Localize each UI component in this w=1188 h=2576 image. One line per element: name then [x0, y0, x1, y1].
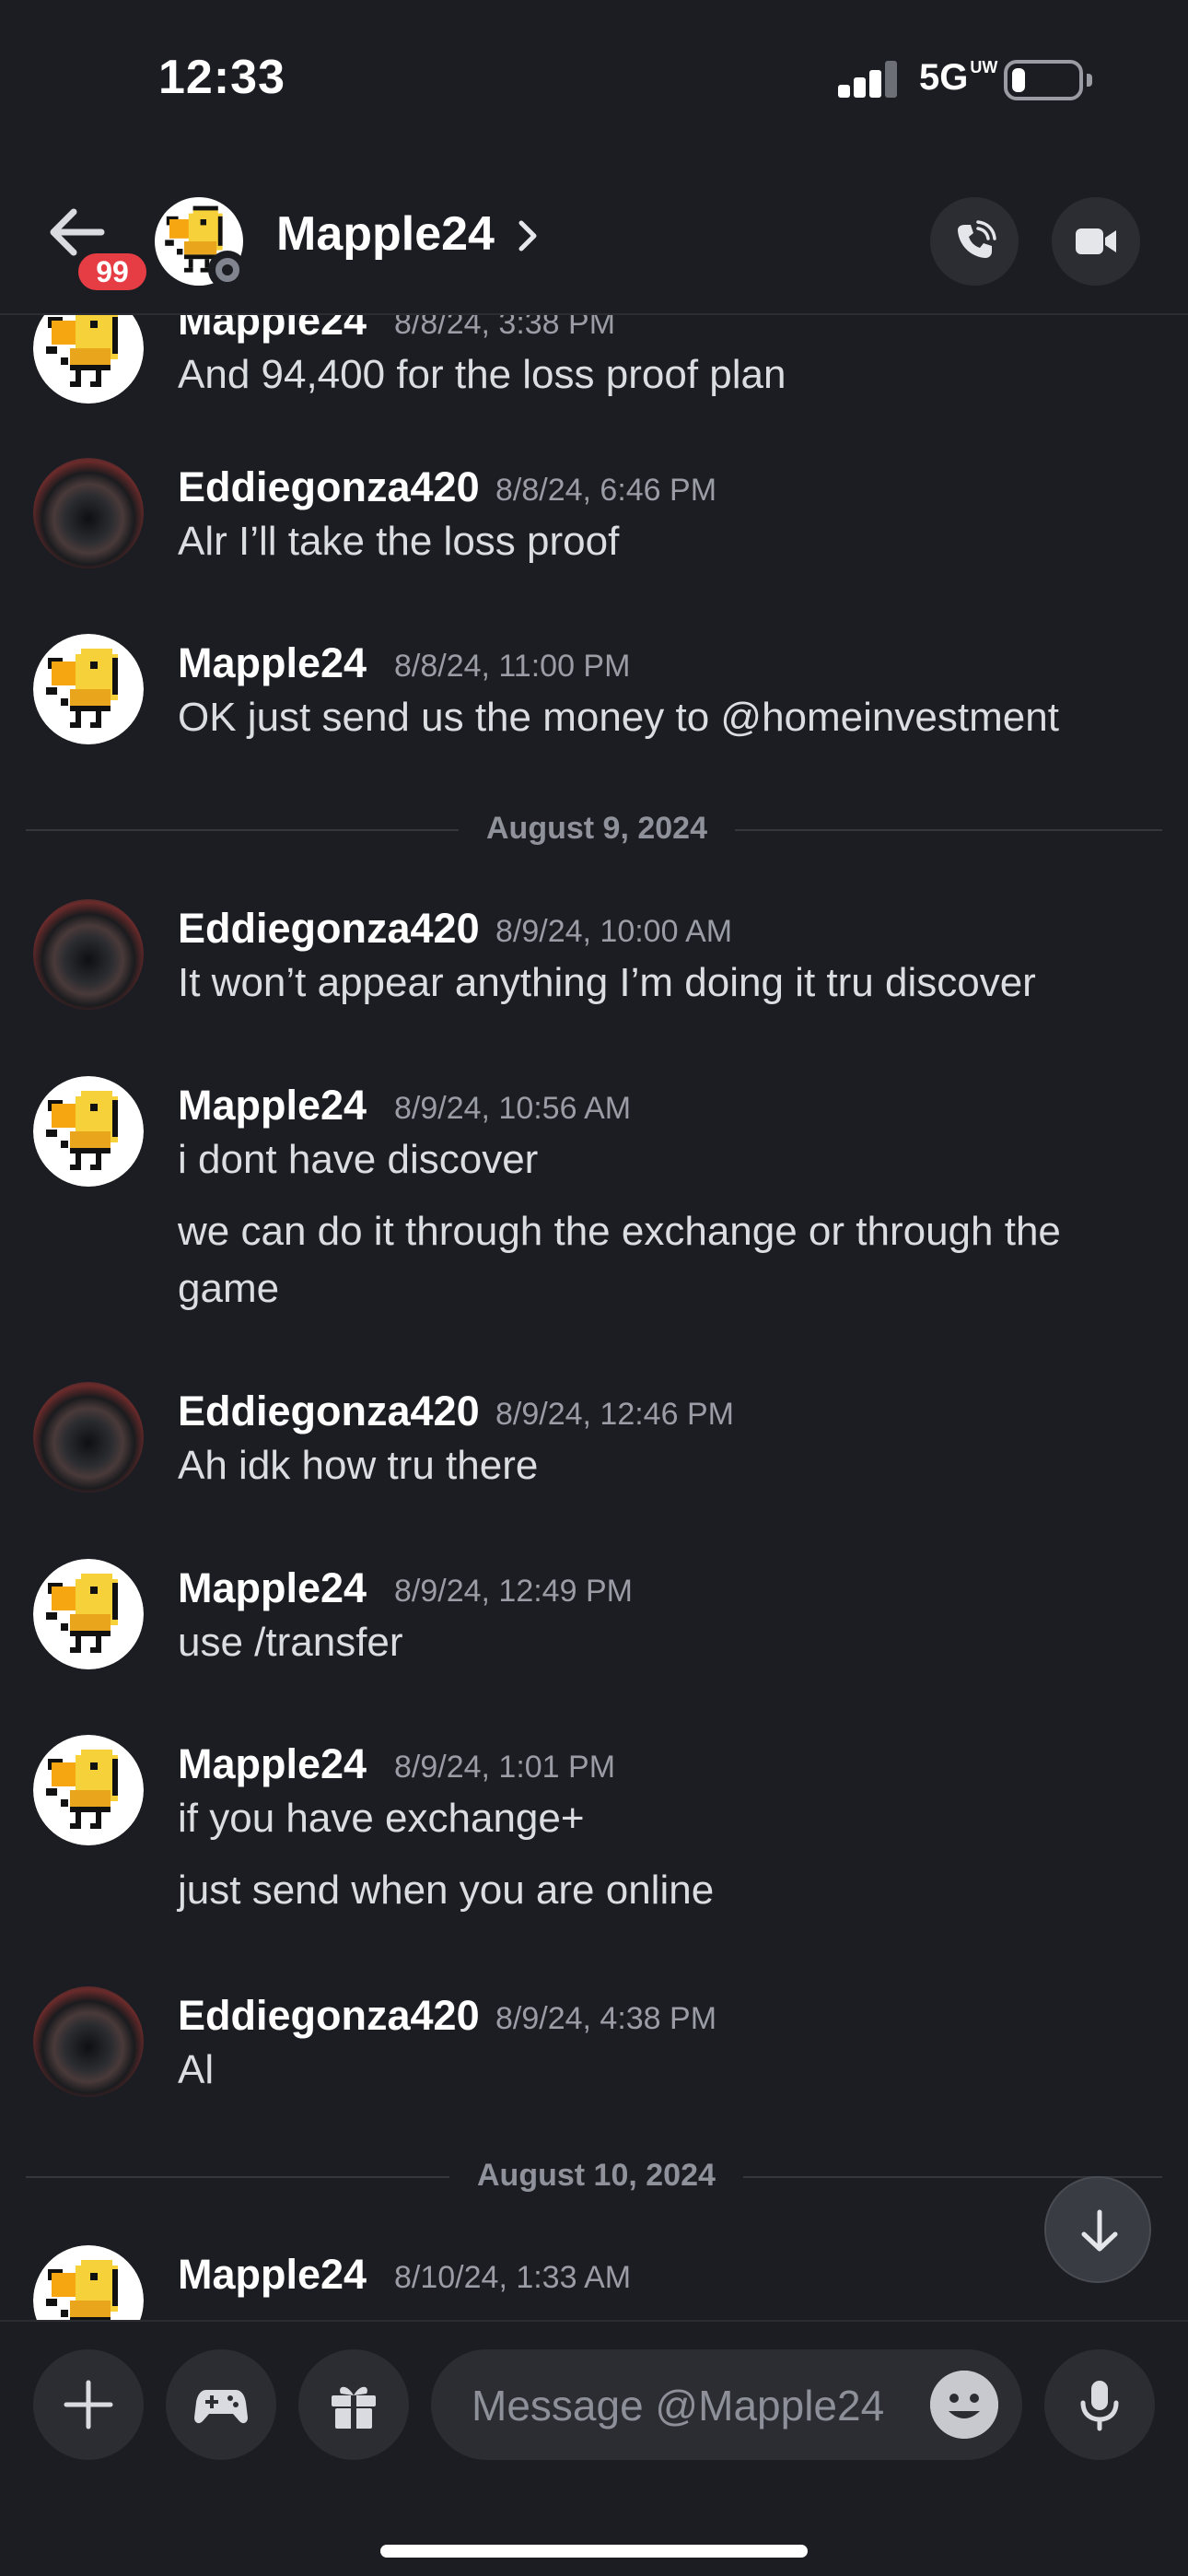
- phone-call-icon: [958, 220, 996, 258]
- arrow-down-icon: [1081, 2209, 1118, 2252]
- battery-fill: [1012, 68, 1025, 92]
- gift-icon: [332, 2386, 376, 2429]
- date-divider-label: August 9, 2024: [459, 811, 735, 847]
- message-timestamp: 8/8/24, 3:38 PM: [394, 315, 616, 341]
- message-timestamp: 8/9/24, 1:01 PM: [394, 1750, 616, 1785]
- message-author[interactable]: Mapple24: [178, 1564, 367, 1612]
- message-author[interactable]: Mapple24: [178, 1082, 367, 1130]
- emoji-icon: [930, 2371, 998, 2439]
- network-suffix: UW: [970, 57, 998, 76]
- avatar[interactable]: [33, 1986, 144, 2097]
- date-divider-label: August 10, 2024: [449, 2158, 743, 2194]
- status-bar: 12:33 5G UW: [0, 0, 1188, 157]
- plus-icon: [64, 2380, 113, 2430]
- network-indicator: 5G UW: [919, 57, 997, 99]
- voice-call-button[interactable]: [930, 197, 1019, 286]
- avatar[interactable]: [33, 1735, 144, 1845]
- message-text: if you have exchange+: [178, 1796, 585, 1841]
- microphone-icon: [1080, 2381, 1119, 2431]
- battery-icon: [1004, 60, 1092, 100]
- message-input-placeholder: Message @Mapple24: [472, 2382, 885, 2430]
- message-text: just send when you are online: [178, 1868, 715, 1913]
- message-text: Alr I’ll take the loss proof: [178, 519, 620, 564]
- signal-strength-icon: [838, 61, 899, 98]
- avatar[interactable]: [33, 1076, 144, 1187]
- message-author[interactable]: Eddiegonza420: [178, 905, 480, 953]
- unread-count-badge: 99: [74, 249, 151, 295]
- message-author[interactable]: Mapple24: [178, 2251, 367, 2299]
- message-timestamp: 8/9/24, 12:46 PM: [495, 1397, 734, 1432]
- message-text: Ah idk how tru there: [178, 1443, 539, 1488]
- message-composer: Message @Mapple24: [0, 2320, 1188, 2576]
- message-text: we can do it through the exchange or thr…: [178, 1209, 1061, 1254]
- message-timestamp: 8/9/24, 10:56 AM: [394, 1091, 632, 1126]
- avatar[interactable]: [33, 458, 144, 568]
- message-author[interactable]: Mapple24: [178, 315, 367, 345]
- message-timestamp: 8/9/24, 10:00 AM: [495, 914, 733, 949]
- add-attachment-button[interactable]: [33, 2349, 144, 2460]
- message-author[interactable]: Mapple24: [178, 639, 367, 687]
- network-label: 5G: [919, 57, 969, 98]
- message-author[interactable]: Eddiegonza420: [178, 463, 480, 511]
- avatar[interactable]: [33, 2245, 144, 2320]
- avatar[interactable]: [33, 634, 144, 744]
- avatar[interactable]: [33, 1382, 144, 1493]
- message-text: use /transfer: [178, 1620, 403, 1665]
- message-text: i dont have discover: [178, 1137, 539, 1182]
- gift-button[interactable]: [298, 2349, 409, 2460]
- avatar[interactable]: [33, 315, 144, 404]
- avatar[interactable]: [33, 899, 144, 1010]
- home-indicator[interactable]: [380, 2545, 808, 2558]
- offline-status-indicator: [208, 251, 247, 289]
- message-timestamp: 8/10/24, 1:33 AM: [394, 2260, 632, 2295]
- status-time: 12:33: [158, 51, 285, 104]
- gamepad-icon: [194, 2390, 248, 2424]
- emoji-button[interactable]: [930, 2371, 998, 2439]
- video-camera-icon: [1076, 228, 1116, 254]
- message-author[interactable]: Eddiegonza420: [178, 1992, 480, 2040]
- dm-header: 99 Mapple24: [0, 157, 1188, 315]
- message-author[interactable]: Mapple24: [178, 1740, 367, 1788]
- message-text: Al: [178, 2047, 215, 2092]
- message-timestamp: 8/9/24, 12:49 PM: [394, 1574, 633, 1609]
- message-text: OK just send us the money to @homeinvest…: [178, 695, 1059, 740]
- activities-button[interactable]: [166, 2349, 276, 2460]
- chevron-right-icon[interactable]: [514, 217, 542, 254]
- message-timestamp: 8/9/24, 4:38 PM: [495, 2001, 717, 2036]
- message-timestamp: 8/8/24, 6:46 PM: [495, 473, 717, 508]
- voice-message-button[interactable]: [1044, 2349, 1155, 2460]
- message-author[interactable]: Eddiegonza420: [178, 1388, 480, 1435]
- video-call-button[interactable]: [1052, 197, 1140, 286]
- jump-to-latest-button[interactable]: [1044, 2176, 1151, 2283]
- message-text: game: [178, 1266, 280, 1311]
- message-timestamp: 8/8/24, 11:00 PM: [394, 649, 631, 684]
- channel-name[interactable]: Mapple24: [276, 206, 495, 262]
- message-list[interactable]: Mapple24 8/8/24, 3:38 PM And 94,400 for …: [0, 315, 1188, 2320]
- avatar[interactable]: [33, 1559, 144, 1669]
- message-text: And 94,400 for the loss proof plan: [178, 352, 786, 397]
- message-text: It won’t appear anything I’m doing it tr…: [178, 960, 1036, 1005]
